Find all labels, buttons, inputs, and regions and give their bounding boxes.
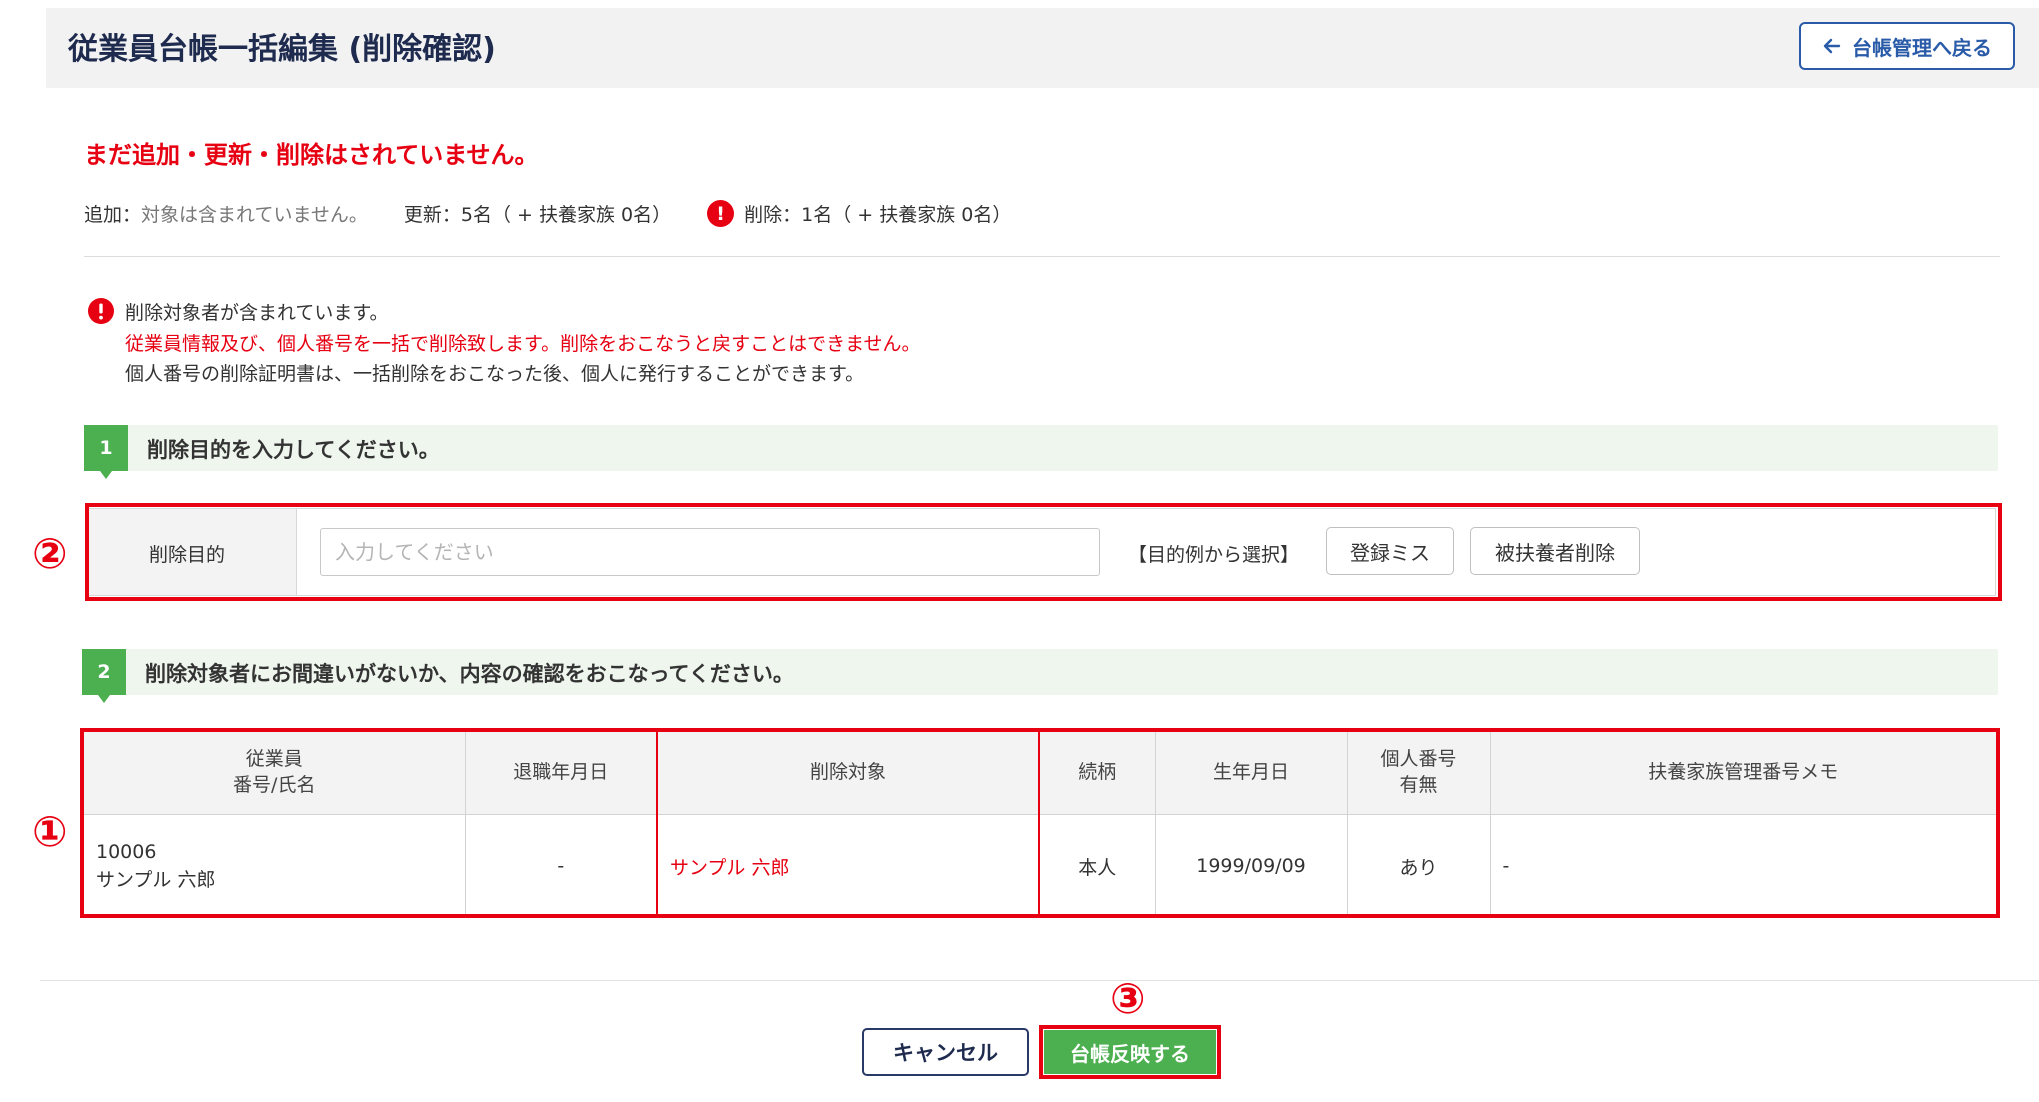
- highlight-box-2: [85, 503, 2002, 601]
- back-button-label: 台帳管理へ戻る: [1852, 35, 1992, 60]
- add-value: 対象は含まれていません。: [141, 204, 368, 226]
- apply-to-ledger-button[interactable]: 台帳反映する: [1044, 1030, 1216, 1074]
- step1-instruction: 削除目的を入力してください。: [147, 438, 440, 462]
- warning-title: 削除対象者が含まれています。: [125, 302, 389, 324]
- page-title: 従業員台帳一括編集 (削除確認): [68, 32, 496, 67]
- divider: [84, 256, 2000, 257]
- exclamation-circle-icon: !: [707, 200, 735, 227]
- warning-certificate-info: 個人番号の削除証明書は、一括削除をおこなった後、個人に発行することができます。: [125, 363, 865, 385]
- exclamation-circle-icon: [88, 298, 114, 324]
- warning-irreversible: 従業員情報及び、個人番号を一括で削除致します。削除をおこなうと戻すことはできませ…: [125, 333, 921, 355]
- highlight-box-1: [80, 728, 2000, 918]
- marker-2: ②: [32, 529, 68, 578]
- arrow-left-icon: [1823, 38, 1841, 54]
- marker-1: ①: [32, 807, 68, 856]
- not-applied-notice: まだ追加・更新・削除はされていません。: [84, 141, 539, 169]
- cancel-button[interactable]: キャンセル: [862, 1028, 1029, 1076]
- step2-badge: 2: [82, 649, 126, 703]
- step1-badge: 1: [84, 425, 128, 479]
- add-label: 追加：: [84, 204, 142, 226]
- update-count: 更新：5名（ + 扶養家族 0名）: [403, 204, 672, 226]
- delete-count: 削除：1名（ + 扶養家族 0名）: [744, 204, 1012, 226]
- back-to-ledger-button[interactable]: 台帳管理へ戻る: [1799, 22, 2015, 70]
- footer-divider: [40, 980, 2039, 981]
- change-summary: 追加： 対象は含まれていません。 更新：5名（ + 扶養家族 0名） ! 削除：…: [84, 200, 1011, 227]
- marker-3: ③: [1110, 974, 1146, 1023]
- step2-instruction: 削除対象者にお間違いがないか、内容の確認をおこなってください。: [145, 662, 794, 686]
